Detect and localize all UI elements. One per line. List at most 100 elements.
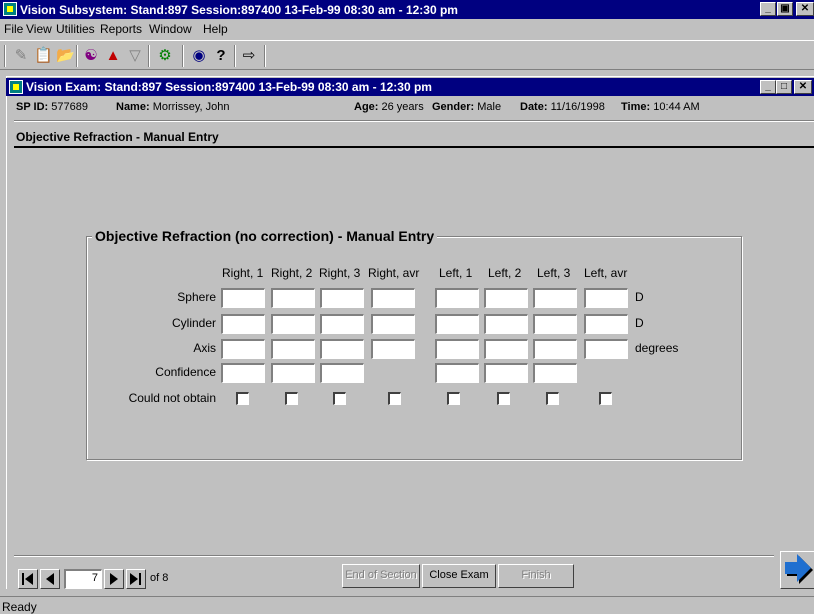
cylinder-right-2-input[interactable] [271, 314, 315, 334]
confidence-right-2-input[interactable] [271, 363, 315, 383]
cylinder-left-3-input[interactable] [533, 314, 577, 334]
people-icon[interactable]: ☯ [82, 47, 100, 65]
menu-file[interactable]: File [4, 22, 23, 36]
clipboard-icon[interactable]: 📋 [34, 47, 53, 65]
could-not-obtain-left-1-checkbox[interactable] [447, 392, 460, 405]
toolbar-separator [182, 45, 184, 67]
row-label-could-not-obtain: Could not obtain [128, 391, 216, 405]
axis-right-avr-input[interactable] [371, 339, 415, 359]
confidence-left-2-input[interactable] [484, 363, 528, 383]
status-bar [0, 596, 814, 614]
axis-right-1-input[interactable] [221, 339, 265, 359]
next-page-icon [110, 573, 118, 585]
filter-icon[interactable]: ▽ [126, 47, 144, 65]
sphere-right-avr-input[interactable] [371, 288, 415, 308]
col-header-right-avr: Right, avr [368, 266, 420, 280]
confidence-left-3-input[interactable] [533, 363, 577, 383]
cylinder-left-2-input[interactable] [484, 314, 528, 334]
open-folder-icon[interactable]: 📂 [56, 47, 75, 65]
cylinder-left-1-input[interactable] [435, 314, 479, 334]
next-section-button[interactable] [780, 551, 814, 589]
close-icon[interactable]: ✕ [794, 80, 812, 94]
tools-icon[interactable]: ⚙ [156, 47, 174, 65]
toolbar-separator [234, 45, 236, 67]
patient-age: Age: 26 years [354, 101, 424, 113]
divider [14, 555, 774, 557]
confidence-right-1-input[interactable] [221, 363, 265, 383]
page-number-input[interactable]: 7 [64, 569, 102, 589]
col-header-right-3: Right, 3 [319, 266, 361, 280]
row-label-axis: Axis [193, 341, 216, 355]
sphere-left-avr-input[interactable] [584, 288, 628, 308]
menu-view[interactable]: View [26, 22, 52, 36]
axis-left-3-input[interactable] [533, 339, 577, 359]
time-label: Time: [621, 101, 651, 113]
next-page-button[interactable] [104, 569, 124, 589]
sphere-right-3-input[interactable] [320, 288, 364, 308]
could-not-obtain-left-2-checkbox[interactable] [497, 392, 510, 405]
new-icon[interactable]: ✎ [12, 47, 30, 65]
previous-page-icon [46, 573, 54, 585]
could-not-obtain-left-avr-checkbox[interactable] [599, 392, 612, 405]
confidence-left-1-input[interactable] [435, 363, 479, 383]
hat-icon[interactable]: ▲ [104, 47, 122, 65]
sphere-left-2-input[interactable] [484, 288, 528, 308]
end-of-section-button[interactable]: End of Section [342, 564, 420, 588]
col-header-left-3: Left, 3 [537, 266, 571, 280]
exit-door-icon[interactable]: ⇨ [240, 47, 258, 65]
axis-left-2-input[interactable] [484, 339, 528, 359]
cylinder-right-1-input[interactable] [221, 314, 265, 334]
confidence-right-3-input[interactable] [320, 363, 364, 383]
could-not-obtain-right-1-checkbox[interactable] [236, 392, 249, 405]
could-not-obtain-right-3-checkbox[interactable] [333, 392, 346, 405]
sp-id-label: SP ID: [16, 101, 49, 113]
exam-window-title: Vision Exam: Stand:897 Session:897400 13… [26, 80, 432, 94]
axis-right-2-input[interactable] [271, 339, 315, 359]
first-page-button[interactable] [18, 569, 38, 589]
divider [14, 120, 814, 122]
page-count-label: of 8 [150, 572, 169, 584]
could-not-obtain-right-avr-checkbox[interactable] [388, 392, 401, 405]
date-label: Date: [520, 101, 548, 113]
cylinder-right-avr-input[interactable] [371, 314, 415, 334]
restore-icon[interactable]: ▣ [777, 2, 793, 16]
last-page-button[interactable] [126, 569, 146, 589]
help-icon[interactable]: ? [212, 47, 230, 65]
gender-value: Male [477, 101, 502, 113]
could-not-obtain-left-3-checkbox[interactable] [546, 392, 559, 405]
previous-page-button[interactable] [40, 569, 60, 589]
sphere-right-2-input[interactable] [271, 288, 315, 308]
axis-left-avr-input[interactable] [584, 339, 628, 359]
sphere-right-1-input[interactable] [221, 288, 265, 308]
close-icon[interactable]: ✕ [796, 2, 814, 16]
menu-reports[interactable]: Reports [100, 22, 142, 36]
could-not-obtain-right-2-checkbox[interactable] [285, 392, 298, 405]
minimize-icon[interactable]: _ [760, 80, 776, 94]
menu-utilities[interactable]: Utilities [56, 22, 95, 36]
patient-name: Name: Morrissey, John [116, 101, 230, 113]
patient-gender: Gender: Male [432, 101, 501, 113]
next-arrow-icon [785, 554, 813, 584]
exam-window-icon [9, 80, 23, 94]
cylinder-left-avr-input[interactable] [584, 314, 628, 334]
axis-right-3-input[interactable] [320, 339, 364, 359]
maximize-icon[interactable]: □ [776, 80, 792, 94]
sphere-left-1-input[interactable] [435, 288, 479, 308]
menu-bar: File View Utilities Reports Window Help [0, 19, 814, 39]
finish-button[interactable]: Finish [498, 564, 574, 588]
menu-window[interactable]: Window [149, 22, 192, 36]
col-header-left-2: Left, 2 [488, 266, 522, 280]
first-page-icon [22, 573, 33, 585]
binoculars-icon[interactable]: ◉ [190, 47, 208, 65]
app-icon [3, 2, 17, 16]
sp-id-value: 577689 [51, 101, 88, 113]
close-exam-button[interactable]: Close Exam [422, 564, 496, 588]
cylinder-right-3-input[interactable] [320, 314, 364, 334]
menu-help[interactable]: Help [203, 22, 228, 36]
minimize-icon[interactable]: _ [760, 2, 776, 16]
row-label-sphere: Sphere [177, 290, 216, 304]
sphere-unit: D [635, 290, 644, 304]
axis-left-1-input[interactable] [435, 339, 479, 359]
sphere-left-3-input[interactable] [533, 288, 577, 308]
cylinder-unit: D [635, 316, 644, 330]
